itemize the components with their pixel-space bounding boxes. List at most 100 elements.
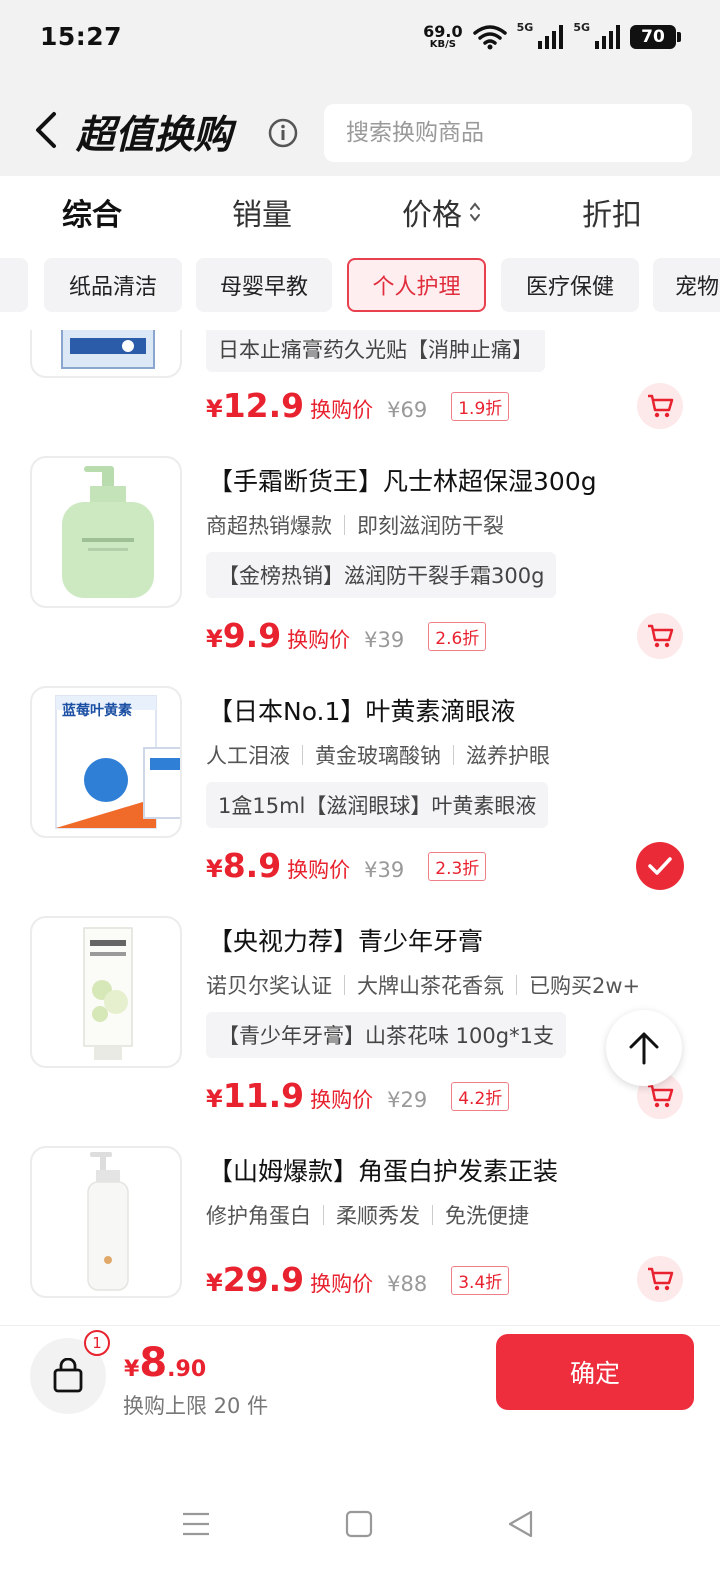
product-tag: 免洗便捷 [445,1204,529,1228]
sort-tab-label: 价格 [402,198,462,233]
hand-cream-image [62,466,154,598]
category-chips: 纸品清洁 母婴早教 个人护理 医疗保健 宠物 [0,248,720,330]
product-tag: 柔顺秀发 [336,1204,420,1228]
menu-icon[interactable] [181,1509,211,1539]
price-currency: ¥ [206,855,223,883]
sort-bar: 综合 销量 价格 折扣 [0,176,720,248]
price-currency: ¥ [206,1269,223,1297]
product-tag: 商超热销爆款 [206,514,332,538]
category-chip-partial[interactable] [0,258,28,312]
original-price: ¥39 [364,628,405,652]
checkmark-icon [648,857,672,875]
toothpaste-image [83,927,133,1060]
product-tag: 大牌山茶花香氛 [357,974,504,998]
sim2-network-type: 5G [573,20,590,34]
sort-tab-sales[interactable]: 销量 [232,190,292,234]
category-chip-pets[interactable]: 宠物 [653,258,720,312]
product-item[interactable]: 【手霜断货王】凡士林超保湿300g 商超热销爆款 即刻滋润防干裂 【金榜热销】滋… [0,430,720,660]
exchange-price: 8.9 [222,846,282,885]
product-thumbnail [30,456,182,608]
clock: 15:27 [40,22,123,51]
product-thumbnail: 蓝莓叶黄素 [30,686,182,838]
product-promo-line: 1盒15ml【滋润眼球】叶黄素眼液 [206,782,549,828]
exchange-price-label: 换购价 [287,628,351,652]
wifi-icon [472,25,507,50]
search-input[interactable] [324,104,692,162]
product-tag: 修护角蛋白 [206,1204,311,1228]
page-title: 超值换购 [76,113,233,158]
back-triangle-icon[interactable] [506,1509,536,1539]
exchange-price-label: 换购价 [310,1088,374,1112]
product-tag: 诺贝尔奖认证 [206,974,332,998]
category-chip-label: 母婴早教 [219,275,308,300]
sort-tab-label: 销量 [232,198,292,233]
product-item[interactable]: 【山姆爆款】角蛋白护发素正装 修护角蛋白 柔顺秀发 免洗便捷 ¥ 29.9 换购… [0,1120,720,1325]
original-price: ¥88 [387,1272,428,1296]
product-tag: 已购买2w+ [529,974,641,998]
product-item[interactable]: 蓝莓叶黄素 【日本No.1】叶黄素滴眼液 人工泪液 黄金玻璃酸钠 滋养护眼 1盒… [0,660,720,890]
total-decimal: .90 [167,1357,207,1382]
total-integer: 8 [139,1340,168,1386]
product-tags: 商超热销爆款 即刻滋润防干裂 [206,510,504,540]
product-name: 【央视力荐】青少年牙膏 [208,927,484,956]
system-nav-bar [0,1435,720,1584]
price-currency: ¥ [206,625,223,653]
exchange-price-label: 换购价 [287,858,351,882]
product-thumbnail [30,916,182,1068]
sort-tab-comprehensive[interactable]: 综合 [62,190,122,234]
product-item[interactable]: 【央视力荐】青少年牙膏 诺贝尔奖认证 大牌山茶花香氛 已购买2w+ 【青少年牙膏… [0,890,720,1120]
category-chip-maternity[interactable]: 母婴早教 [196,258,332,312]
status-icons: 69.0 KB/S 5G 5G 70 [423,20,681,50]
discount-badge: 3.4折 [451,1266,510,1295]
tag-divider [432,1205,433,1225]
exchange-price-label: 换购价 [310,1272,374,1296]
info-icon[interactable] [268,118,298,148]
product-promo-line: 【金榜热销】滋润防干裂手霜300g [206,552,557,598]
discount-badge: 2.6折 [428,622,487,651]
confirm-button[interactable]: 确定 [496,1334,694,1410]
add-to-cart-button[interactable] [637,1256,683,1302]
add-to-cart-button[interactable] [637,613,683,659]
tag-divider [344,975,345,995]
home-square-icon[interactable] [344,1509,374,1539]
back-arrow-icon[interactable] [30,110,64,150]
sort-arrows-icon [470,202,480,222]
exchange-price: 29.9 [222,1260,305,1299]
original-price: ¥69 [387,398,428,422]
category-chip-paper-cleaning[interactable]: 纸品清洁 [44,258,182,312]
category-chip-label: 个人护理 [372,275,461,300]
discount-badge: 1.9折 [451,392,510,421]
exchange-limit-text: 换购上限 20 件 [123,1394,269,1418]
product-thumbnail [30,1146,182,1298]
product-tag: 黄金玻璃酸钠 [315,744,441,768]
sim1-network-type: 5G [516,20,534,34]
price-row: ¥ 9.9 换购价 ¥39 2.6折 [206,616,487,655]
scroll-to-top-button[interactable] [606,1010,682,1086]
add-to-cart-button[interactable] [637,383,683,429]
product-promo-line: 【青少年牙膏】山茶花味 100g*1支 [206,1012,566,1058]
price-currency: ¥ [206,1085,223,1113]
product-list: 日本止痛膏药久光贴【消肿止痛】 ¥ 12.9 换购价 ¥69 1.9折 【手霜断… [0,330,720,1325]
category-chip-label: 医疗保健 [525,275,614,300]
sort-tab-discount[interactable]: 折扣 [582,190,642,234]
tag-divider [516,975,517,995]
product-item[interactable]: 日本止痛膏药久光贴【消肿止痛】 ¥ 12.9 换购价 ¥69 1.9折 [0,330,720,430]
category-chip-label: 纸品清洁 [68,275,157,300]
pain-patch-image [61,330,155,369]
category-chip-medical[interactable]: 医疗保健 [501,258,639,312]
selected-check-button[interactable] [636,842,684,890]
exchange-price: 9.9 [222,616,282,655]
sort-tab-price[interactable]: 价格 [402,190,482,234]
cart-icon [648,394,674,418]
total-price: ¥ 8 .90 [124,1340,206,1386]
signal-icon [538,25,564,49]
cart-icon [648,624,674,648]
category-chip-personal-care[interactable]: 个人护理 [347,258,486,312]
network-speed-value: 69.0 [423,22,463,41]
product-tags: 诺贝尔奖认证 大牌山茶花香氛 已购买2w+ [206,970,640,1000]
product-name: 【手霜断货王】凡士林超保湿300g [208,467,597,496]
checkout-bar: 1 ¥ 8 .90 换购上限 20 件 确定 [0,1325,720,1435]
network-speed-unit: KB/S [429,39,456,50]
price-row: ¥ 12.9 换购价 ¥69 1.9折 [206,386,510,425]
sort-tab-label: 综合 [62,198,122,233]
